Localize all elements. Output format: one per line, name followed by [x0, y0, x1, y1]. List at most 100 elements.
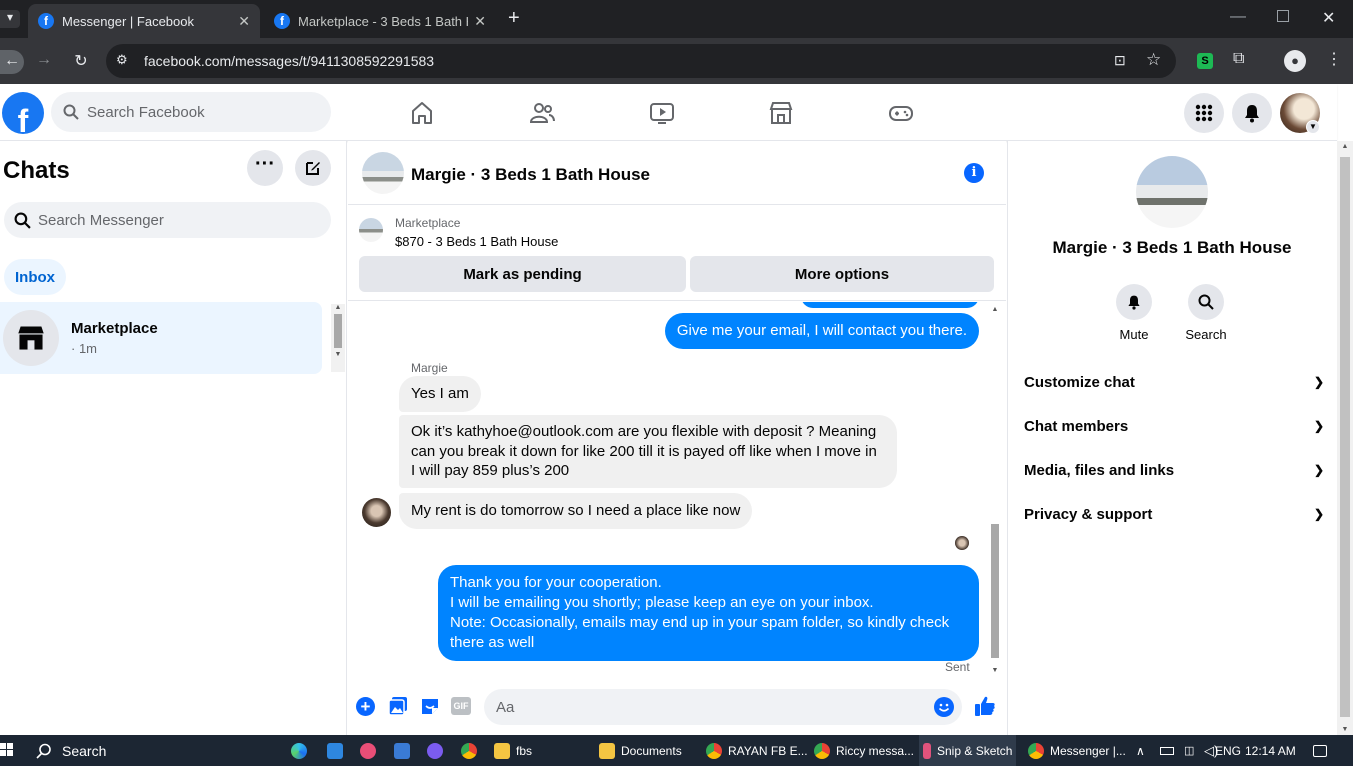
tab-title: Marketplace - 3 Beds 1 Bath Ho: [298, 13, 468, 29]
back-icon[interactable]: ←: [0, 50, 24, 74]
conversation-info-icon[interactable]: i: [964, 163, 984, 183]
scrollbar-thumb[interactable]: [1340, 157, 1350, 717]
conversation-avatar[interactable]: [362, 152, 404, 194]
sticker-icon[interactable]: [420, 696, 440, 716]
attach-photo-icon[interactable]: [388, 696, 408, 716]
details-avatar[interactable]: [1136, 156, 1208, 228]
conversation-title[interactable]: Margie · 3 Beds 1 Bath House: [411, 165, 650, 185]
notifications-button[interactable]: [1232, 93, 1272, 133]
scroll-up-arrow-icon[interactable]: ▲: [1337, 143, 1353, 150]
taskbar-app-documents[interactable]: Documents: [599, 735, 682, 766]
search-icon: [36, 743, 51, 759]
bell-icon: [1128, 295, 1140, 310]
reload-icon[interactable]: ↻: [69, 51, 93, 71]
listing-thumbnail[interactable]: [359, 218, 383, 242]
extension-s-icon[interactable]: S: [1197, 53, 1213, 69]
media-files-links-section[interactable]: Media, files and links ❯: [1024, 448, 1324, 492]
menu-grid-button[interactable]: [1184, 93, 1224, 133]
facebook-logo-icon[interactable]: f: [2, 92, 44, 134]
message-input[interactable]: Aa: [484, 689, 962, 725]
chat-members-section[interactable]: Chat members ❯: [1024, 404, 1324, 448]
messenger-search-input[interactable]: Search Messenger: [4, 202, 331, 238]
gif-icon[interactable]: GIF: [451, 697, 471, 715]
taskbar-app-fbs[interactable]: fbs: [494, 735, 532, 766]
taskbar-app-label: RAYAN FB E...: [728, 743, 808, 758]
message-list: Give me your email, I will contact you t…: [348, 302, 1006, 681]
scroll-down-arrow-icon[interactable]: ▼: [988, 667, 1002, 674]
facebook-search-input[interactable]: Search Facebook: [51, 92, 331, 132]
new-message-button[interactable]: [295, 150, 331, 186]
extensions-puzzle-icon[interactable]: ⧉: [1233, 50, 1244, 68]
edge-taskbar-icon[interactable]: [291, 735, 313, 766]
address-bar[interactable]: ⚙ facebook.com/messages/t/94113085922915…: [106, 44, 1176, 78]
tab-list-dropdown-icon[interactable]: ▾: [0, 10, 20, 28]
close-window-icon[interactable]: ✕: [1322, 8, 1335, 28]
gaming-icon[interactable]: [888, 100, 914, 126]
chats-options-button[interactable]: ···: [247, 150, 283, 186]
minimize-window-icon[interactable]: —: [1230, 8, 1246, 26]
scroll-down-arrow-icon[interactable]: ▼: [331, 351, 345, 358]
search-in-conversation-button[interactable]: [1188, 284, 1224, 320]
clock[interactable]: 12:14 AM: [1245, 735, 1296, 766]
browser-tab-messenger[interactable]: f Messenger | Facebook ✕: [28, 4, 260, 38]
mute-button[interactable]: [1116, 284, 1152, 320]
chat-list-scrollbar[interactable]: ▲ ▼: [331, 304, 345, 372]
taskbar-app-riccy[interactable]: Riccy messa...: [814, 735, 914, 766]
forward-icon[interactable]: →: [32, 51, 56, 69]
marketplace-icon[interactable]: [768, 100, 794, 126]
document-icon: [599, 742, 615, 759]
scroll-up-arrow-icon[interactable]: ▲: [331, 304, 345, 311]
chat-list-item-marketplace[interactable]: Marketplace · 1m: [0, 302, 322, 374]
friends-icon[interactable]: [529, 100, 555, 126]
bookmark-star-icon[interactable]: ☆: [1146, 50, 1161, 70]
show-hidden-icons[interactable]: ∧: [1136, 735, 1145, 766]
mark-as-pending-button[interactable]: Mark as pending: [359, 256, 686, 292]
chrome-taskbar-icon[interactable]: [461, 735, 483, 766]
scroll-up-arrow-icon[interactable]: ▲: [988, 306, 1002, 313]
scrollbar-thumb[interactable]: [334, 314, 342, 348]
install-app-icon[interactable]: ⊡: [1114, 52, 1126, 69]
app-taskbar-icon[interactable]: [360, 735, 382, 766]
close-tab-icon[interactable]: ✕: [474, 13, 486, 30]
inbox-filter-tab[interactable]: Inbox: [4, 259, 66, 295]
windows-start-icon[interactable]: [0, 743, 14, 757]
more-options-button[interactable]: More options: [690, 256, 994, 292]
sender-avatar[interactable]: [362, 498, 391, 527]
home-icon[interactable]: [409, 100, 435, 126]
chats-sidebar: Chats ··· Search Messenger Inbox Marketp…: [0, 141, 347, 735]
chats-title: Chats: [3, 157, 70, 184]
network-icon[interactable]: ◫: [1184, 735, 1194, 766]
emoji-icon[interactable]: [934, 697, 954, 717]
taskbar-app-label: Snip & Sketch: [937, 743, 1013, 758]
app-taskbar-icon[interactable]: [394, 735, 416, 766]
site-info-icon[interactable]: ⚙: [116, 52, 134, 70]
taskbar-app-snip-sketch[interactable]: Snip & Sketch: [919, 735, 1017, 766]
scroll-down-arrow-icon[interactable]: ▼: [1337, 726, 1353, 733]
notification-center-icon[interactable]: [1313, 735, 1327, 766]
close-tab-icon[interactable]: ✕: [238, 13, 250, 30]
scissors-icon: [923, 742, 931, 759]
browser-tab-marketplace[interactable]: f Marketplace - 3 Beds 1 Bath Ho ✕: [264, 4, 496, 38]
customize-chat-section[interactable]: Customize chat ❯: [1024, 360, 1324, 404]
scrollbar-thumb[interactable]: [991, 524, 999, 658]
taskbar-search[interactable]: Search: [36, 735, 106, 766]
app-taskbar-icon[interactable]: [427, 735, 449, 766]
account-chevron-icon[interactable]: ▼: [1306, 120, 1320, 134]
page-scrollbar[interactable]: ▲ ▼: [1337, 141, 1353, 735]
privacy-support-section[interactable]: Privacy & support ❯: [1024, 492, 1324, 536]
incoming-message: Yes I am: [399, 376, 481, 412]
store-taskbar-icon[interactable]: [327, 735, 349, 766]
like-thumb-icon[interactable]: [974, 695, 996, 717]
watch-video-icon[interactable]: [649, 100, 675, 126]
battery-icon[interactable]: [1160, 735, 1174, 766]
more-actions-plus-icon[interactable]: +: [356, 697, 375, 716]
chrome-menu-icon[interactable]: ⋮: [1326, 49, 1342, 69]
new-tab-icon[interactable]: +: [508, 7, 520, 30]
language-indicator[interactable]: ENG: [1209, 735, 1241, 766]
message-list-scrollbar[interactable]: ▲ ▼: [988, 306, 1002, 674]
taskbar-app-rayan[interactable]: RAYAN FB E...: [706, 735, 808, 766]
taskbar-app-messenger[interactable]: Messenger |...: [1028, 735, 1126, 766]
restore-window-icon[interactable]: [1277, 10, 1289, 22]
listing-title[interactable]: $870 - 3 Beds 1 Bath House: [395, 234, 558, 249]
profile-icon[interactable]: ●: [1284, 50, 1306, 72]
